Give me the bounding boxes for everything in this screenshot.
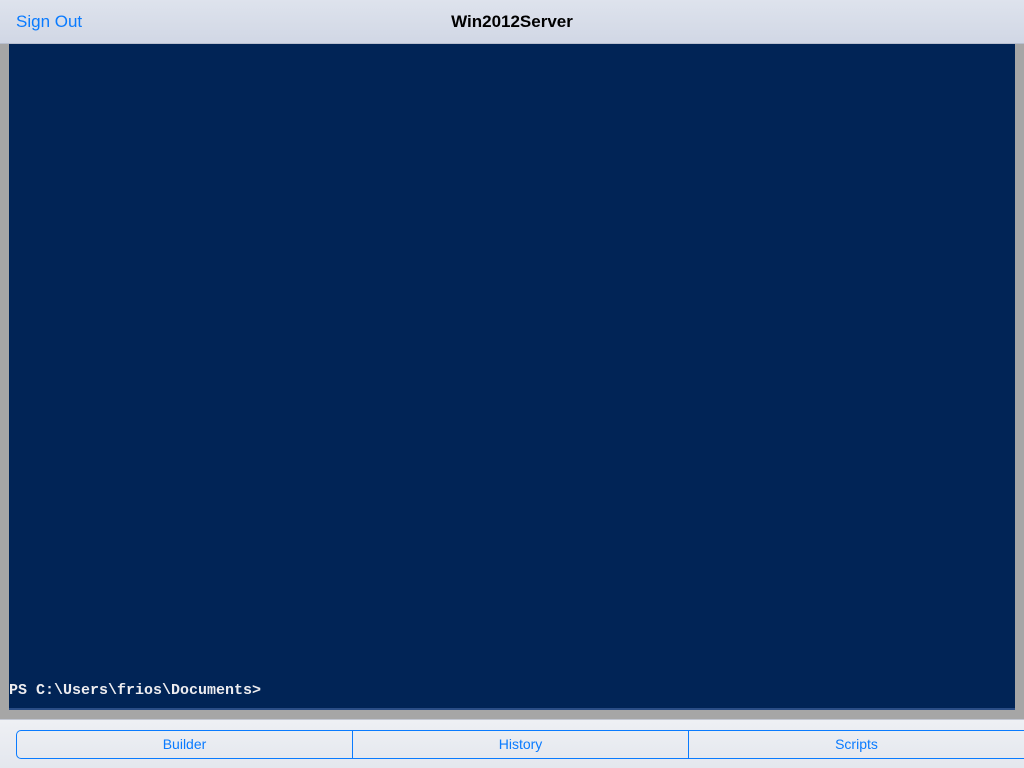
- terminal-container: PS C:\Users\frios\Documents>: [0, 44, 1024, 719]
- tab-history[interactable]: History: [352, 731, 688, 758]
- page-title: Win2012Server: [0, 12, 1024, 32]
- terminal-prompt: PS C:\Users\frios\Documents>: [9, 682, 1015, 706]
- tab-builder[interactable]: Builder: [17, 731, 352, 758]
- navbar: Sign Out Win2012Server: [0, 0, 1024, 44]
- app-root: Sign Out Win2012Server PS C:\Users\frios…: [0, 0, 1024, 768]
- sign-out-button[interactable]: Sign Out: [16, 12, 82, 32]
- bottom-toolbar: Builder History Scripts: [0, 719, 1024, 768]
- segmented-control: Builder History Scripts: [16, 730, 1024, 759]
- tab-scripts[interactable]: Scripts: [688, 731, 1024, 758]
- terminal[interactable]: PS C:\Users\frios\Documents>: [9, 44, 1015, 710]
